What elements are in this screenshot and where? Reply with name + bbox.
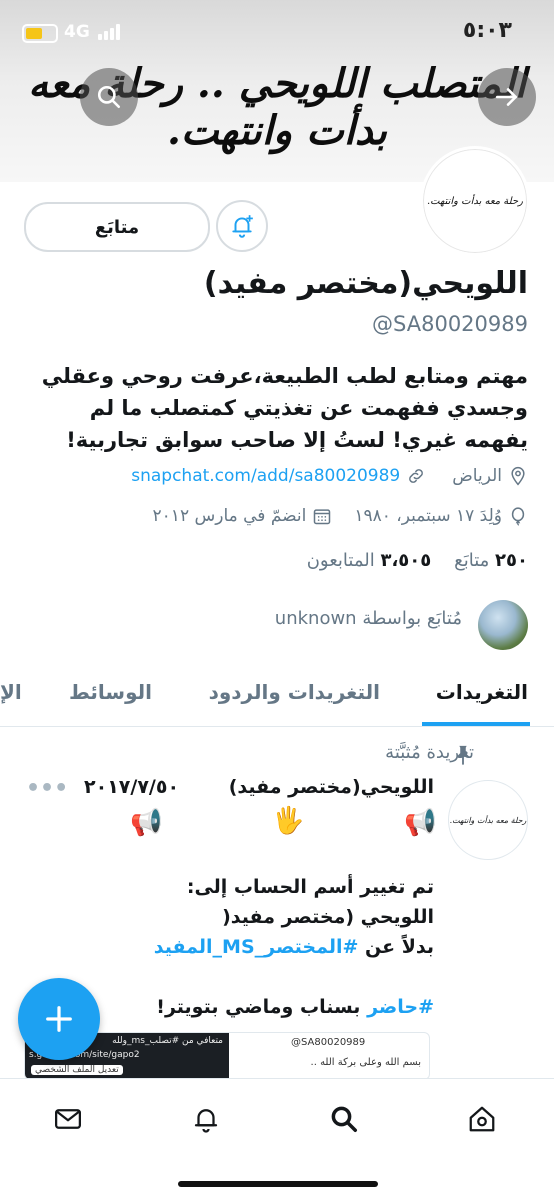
tweet-avatar[interactable]: رحلة معه بدأت وانتهت. [448, 780, 528, 860]
profile-avatar[interactable]: رحلة معه بدأت وانتهت. [420, 146, 530, 256]
born-text: وُلِدَ ١٧ سبتمبر، ١٩٨٠ [354, 506, 502, 526]
tweet-line-3-prefix: بدلاً عن [365, 936, 434, 958]
bio-line: مهتم ومتابع لطب الطبيعة،عرفت روحي وعقلي [41, 364, 528, 388]
media-caption: متعافي من #تصلب_ms_ولله [112, 1036, 223, 1046]
search-icon [331, 1106, 357, 1132]
mail-icon [55, 1109, 81, 1129]
follow-button[interactable]: متابَع [24, 202, 210, 252]
profile-link[interactable]: snapchat.com/add/sa80020989 [131, 466, 400, 486]
follower-avatar[interactable] [478, 600, 528, 650]
bio-line: وجسدي ففهمت عن تغذيتي كمتصلب ما لم [89, 396, 528, 420]
arrow-right-icon [495, 88, 517, 106]
search-button[interactable] [80, 68, 138, 126]
home-icon [469, 1106, 495, 1132]
followers-count: ٣،٥٠٥ [380, 550, 432, 571]
network-label: 4G [64, 22, 90, 42]
tweet-author[interactable]: اللويحي(مختصر مفيد) [229, 776, 434, 798]
tweet-date: ٢٠١٧/٧/٥٠ [84, 776, 180, 798]
nav-home[interactable] [462, 1099, 502, 1139]
following-count-link[interactable]: ٢٥٠ متابَع [454, 550, 528, 571]
tab-tweets[interactable]: التغريدات [436, 680, 528, 704]
nav-messages[interactable] [48, 1099, 88, 1139]
tab-likes[interactable]: الإ [0, 680, 22, 704]
follow-counts: ٢٥٠ متابَع ٣،٥٠٥ المتابعون [307, 550, 528, 571]
hand-emoji: 🖐 [272, 806, 305, 836]
profile-tabs: التغريدات التغريدات والردود الوسائط الإ [0, 664, 554, 727]
profile-meta-row-1: الرياض snapchat.com/add/sa80020989 [131, 466, 528, 486]
megaphone-emoji: 📢 [404, 808, 437, 838]
balloon-icon [511, 507, 525, 526]
followed-by-text[interactable]: مُتابَع بواسطة unknown [275, 608, 462, 629]
bell-icon [194, 1109, 218, 1133]
tweet-avatar-text: رحلة معه بدأت وانتهت. [449, 815, 527, 825]
bottom-nav [0, 1078, 554, 1201]
tweet-line-3: بدلاً عن #المختصر_MS_المفيد [154, 936, 434, 958]
joined-text: انضمّ في مارس ٢٠١٢ [152, 506, 307, 526]
profile-meta-row-2: وُلِدَ ١٧ سبتمبر، ١٩٨٠ انضمّ في مارس ٢٠١… [153, 506, 528, 526]
tab-media[interactable]: الوسائط [69, 680, 152, 704]
nav-search[interactable] [324, 1099, 364, 1139]
battery-icon [22, 24, 58, 43]
tweet-line-2: اللويحي (مختصر مفيد( [222, 906, 434, 928]
location-icon [511, 466, 525, 486]
home-indicator [178, 1181, 378, 1187]
link-icon [409, 469, 424, 483]
location-text: الرياض [452, 466, 502, 486]
media-edit-label: تعديل الملف الشخصي [31, 1065, 123, 1075]
compose-button[interactable] [18, 978, 100, 1060]
profile-name: اللويحي(مختصر مفيد) [203, 266, 528, 301]
more-options-icon[interactable]: ••• [26, 776, 68, 801]
calendar-icon [314, 509, 331, 525]
clock: ٥:٠٣ [462, 18, 512, 43]
avatar-text: رحلة معه بدأت وانتهت. [426, 195, 523, 207]
tab-tweets-replies[interactable]: التغريدات والردود [209, 680, 380, 704]
bell-plus-icon [232, 215, 253, 238]
followers-label: المتابعون [306, 550, 375, 571]
following-count: ٢٥٠ [495, 550, 528, 571]
profile-bio: مهتم ومتابع لطب الطبيعة،عرفت روحي وعقلي … [28, 360, 528, 456]
nav-notifications[interactable] [186, 1099, 226, 1139]
notifications-button[interactable] [216, 200, 268, 252]
megaphone-emoji: 📢 [130, 808, 163, 838]
followers-count-link[interactable]: ٣،٥٠٥ المتابعون [307, 550, 432, 571]
media-text: بسم الله وعلى بركة الله .. [310, 1057, 421, 1068]
media-handle: @SA80020989 [291, 1037, 366, 1048]
tweet-line-1: تم تغيير أسم الحساب إلى: [186, 876, 434, 898]
plus-icon [46, 1006, 72, 1032]
tweet-line-4: #حاضر بسناب وماضي بتويتر! [156, 996, 434, 1018]
following-label: متابَع [454, 550, 490, 571]
status-bar: 4G ٥:٠٣ [0, 0, 554, 62]
tweet-line-4-text: بسناب وماضي بتويتر! [156, 996, 361, 1018]
hashtag-link[interactable]: #المختصر_MS_المفيد [154, 936, 359, 958]
pinned-label: تغريدة مُثبَّتة [385, 742, 474, 763]
bio-line: يفهمه غيري! لستُ إلا صاحب سوابق تجاربية! [66, 428, 528, 452]
signal-icon [98, 24, 122, 40]
active-tab-indicator [422, 722, 530, 726]
profile-handle: @SA80020989 [372, 312, 528, 336]
search-icon [97, 85, 121, 109]
back-button[interactable] [478, 68, 536, 126]
hashtag-link[interactable]: #حاضر [367, 996, 434, 1018]
